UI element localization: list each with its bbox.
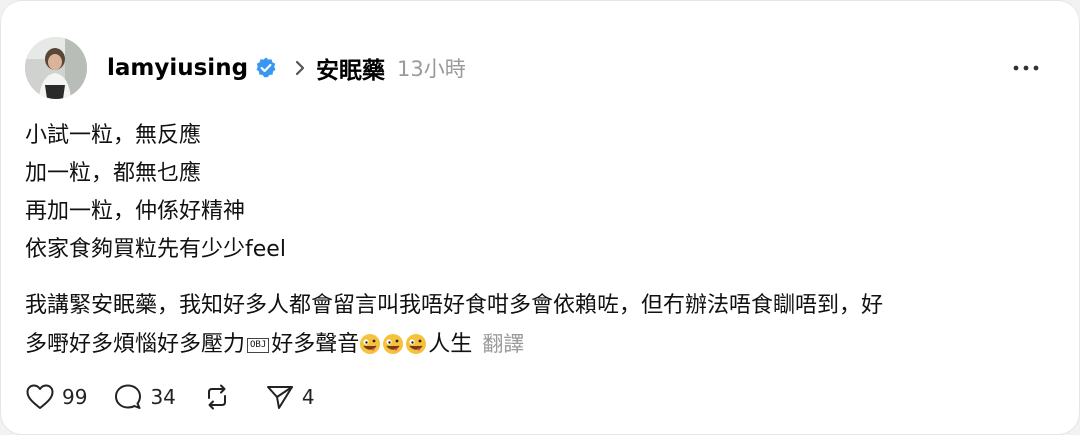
object-placeholder: OBJ (247, 337, 270, 353)
send-icon (266, 386, 293, 409)
chevron-right-icon (292, 57, 308, 79)
post-line: 依家食夠買粒先有少少feel (25, 237, 286, 262)
post-card: lamyiusing 安眠藥 13小時 小試一粒，無反應 加一粒，都無乜應 再加… (0, 0, 1080, 435)
comment-button[interactable]: 34 (113, 383, 176, 411)
comment-count: 34 (150, 385, 176, 409)
post-line: 小試一粒，無反應 (25, 123, 202, 148)
post-text: 人生 (428, 332, 473, 357)
zany-face-emoji-icon (382, 330, 404, 354)
heart-icon (26, 384, 54, 409)
like-button[interactable]: 99 (25, 383, 87, 411)
translate-link[interactable]: 翻譯 (482, 332, 524, 356)
avatar[interactable] (25, 37, 87, 99)
verified-badge-icon (254, 56, 278, 80)
post-paragraph-line: 我講緊安眠藥，我知好多人都會留言叫我唔好食咁多會依賴咗，但冇辦法唔食瞓唔到，好 (25, 293, 884, 318)
post-paragraph-line: 多嘢好多煩惱好多壓力 OBJ 好多聲音 人生 翻譯 (25, 325, 1045, 364)
post-body: 小試一粒，無反應 加一粒，都無乜應 再加一粒，仲係好精神 依家食夠買粒先有少少f… (25, 117, 1045, 364)
like-count: 99 (62, 385, 88, 409)
share-count: 4 (301, 385, 315, 409)
zany-face-emoji-icon (405, 330, 427, 354)
topic-tag[interactable]: 安眠藥 (316, 51, 385, 85)
zany-face-emoji-icon (359, 330, 381, 354)
comment-icon (115, 384, 142, 409)
post-line: 再加一粒，仲係好精神 (25, 199, 246, 224)
post-timestamp: 13小時 (397, 57, 466, 81)
repost-button[interactable] (202, 382, 239, 412)
share-button[interactable]: 4 (265, 383, 315, 411)
repost-icon (207, 384, 226, 410)
post-header: lamyiusing 安眠藥 13小時 (107, 49, 466, 87)
more-options-icon[interactable] (1011, 57, 1041, 79)
username[interactable]: lamyiusing (107, 55, 248, 81)
post-text: 好多聲音 (271, 332, 360, 357)
post-line: 加一粒，都無乜應 (25, 161, 202, 186)
post-text: 多嘢好多煩惱好多壓力 (25, 332, 246, 357)
avatar-image (25, 37, 87, 99)
action-bar: 99 34 4 (25, 379, 341, 415)
